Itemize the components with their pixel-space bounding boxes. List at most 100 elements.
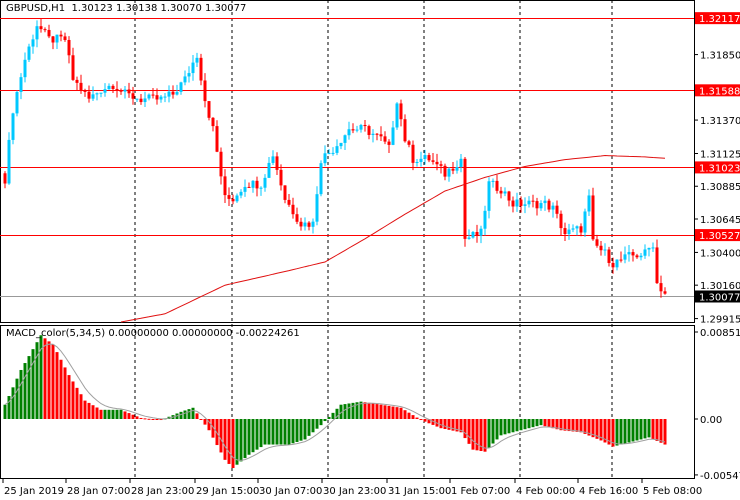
macd-bar bbox=[399, 407, 403, 419]
candle bbox=[407, 139, 411, 148]
candle bbox=[631, 249, 635, 262]
candle bbox=[255, 176, 259, 197]
macd-bar bbox=[115, 409, 119, 419]
time-tick-label: 1 Feb 07:00 bbox=[451, 486, 510, 497]
macd-bar bbox=[515, 419, 519, 432]
macd-bar bbox=[103, 409, 107, 419]
candle-body bbox=[203, 80, 207, 102]
candle bbox=[307, 221, 311, 231]
candle bbox=[451, 162, 455, 175]
candle bbox=[427, 152, 431, 163]
candle bbox=[139, 94, 143, 105]
candle-body bbox=[515, 199, 519, 207]
candle bbox=[235, 193, 239, 203]
candle-body bbox=[91, 94, 95, 99]
candle bbox=[507, 190, 511, 207]
candle-body bbox=[547, 200, 551, 210]
candle bbox=[619, 251, 623, 263]
candle-body bbox=[551, 205, 555, 210]
candle bbox=[287, 194, 291, 207]
candle bbox=[151, 87, 155, 99]
candle-body bbox=[151, 94, 155, 96]
candle-body bbox=[599, 245, 603, 251]
candle-body bbox=[167, 91, 171, 97]
macd-bar bbox=[279, 419, 283, 445]
candle bbox=[75, 76, 79, 90]
candle-body bbox=[55, 34, 59, 43]
macd-bar bbox=[327, 416, 331, 419]
macd-bar bbox=[255, 419, 259, 450]
candle-body bbox=[423, 155, 427, 159]
candle bbox=[583, 208, 587, 237]
macd-bar bbox=[651, 419, 655, 440]
candle-body bbox=[255, 180, 259, 189]
candle-body bbox=[443, 165, 447, 177]
candle bbox=[51, 35, 55, 50]
macd-bar bbox=[99, 409, 103, 419]
macd-bar bbox=[527, 419, 531, 429]
candle bbox=[419, 151, 423, 167]
candle-body bbox=[119, 90, 123, 92]
candle bbox=[23, 52, 27, 83]
macd-bar bbox=[375, 404, 379, 419]
macd-bar bbox=[467, 419, 471, 444]
candle-body bbox=[383, 136, 387, 142]
price-chart[interactable]: 1.31850 1.31370 1.31125 1.30885 1.30645 1.304… bbox=[0, 0, 740, 500]
candle bbox=[171, 85, 175, 99]
candle-body bbox=[211, 117, 215, 127]
candle-body bbox=[603, 249, 607, 251]
price-tick-label: 1.29915 bbox=[700, 315, 740, 326]
macd-bar bbox=[263, 419, 267, 445]
macd-bar bbox=[107, 409, 111, 419]
macd-bar bbox=[79, 394, 83, 419]
candle bbox=[443, 163, 447, 181]
candle-body bbox=[83, 90, 87, 92]
candle bbox=[215, 120, 219, 153]
candle bbox=[491, 178, 495, 188]
candle bbox=[203, 73, 207, 108]
candle bbox=[607, 246, 611, 267]
candle-body bbox=[187, 73, 191, 77]
macd-bar bbox=[659, 419, 663, 443]
candle bbox=[563, 222, 567, 242]
candle bbox=[639, 253, 643, 261]
macd-tick-label: 0.00 bbox=[700, 415, 722, 426]
macd-bar bbox=[95, 407, 99, 419]
macd-bar bbox=[191, 407, 195, 419]
candle-body bbox=[359, 124, 363, 130]
candle-body bbox=[243, 186, 247, 192]
candle-body bbox=[527, 200, 531, 205]
moving-average-line bbox=[120, 154, 666, 323]
candle-body bbox=[535, 201, 539, 209]
candle bbox=[91, 86, 95, 102]
macd-bar bbox=[203, 419, 207, 425]
price-level-tag-label: 1.30527 bbox=[699, 231, 740, 242]
candle-body bbox=[87, 91, 91, 99]
candle-body bbox=[147, 94, 151, 99]
macd-bar bbox=[547, 419, 551, 428]
candle bbox=[303, 217, 307, 231]
macd-bar bbox=[519, 419, 523, 431]
candle-body bbox=[411, 144, 415, 163]
candle-body bbox=[583, 211, 587, 233]
candle bbox=[527, 196, 531, 208]
macd-bar bbox=[491, 419, 495, 444]
price-level-tag: 1.32117 bbox=[695, 12, 740, 25]
candle-body bbox=[555, 205, 559, 214]
macd-bar bbox=[347, 403, 351, 419]
price-tick-label: 1.31850 bbox=[700, 51, 740, 62]
candle bbox=[511, 196, 515, 213]
candle-body bbox=[15, 91, 19, 114]
macd-bar bbox=[287, 419, 291, 445]
candle bbox=[571, 224, 575, 233]
candle bbox=[79, 74, 83, 94]
candle bbox=[311, 218, 315, 234]
macd-bar bbox=[43, 338, 47, 419]
time-tick-label: 4 Feb 16:00 bbox=[579, 486, 638, 497]
candle bbox=[123, 85, 127, 99]
candle-body bbox=[447, 168, 451, 177]
time-tick-label: 28 Jan 23:00 bbox=[131, 486, 194, 497]
macd-bar bbox=[623, 419, 627, 444]
candle bbox=[143, 91, 147, 107]
price-level-tag: 1.31023 bbox=[695, 161, 740, 174]
